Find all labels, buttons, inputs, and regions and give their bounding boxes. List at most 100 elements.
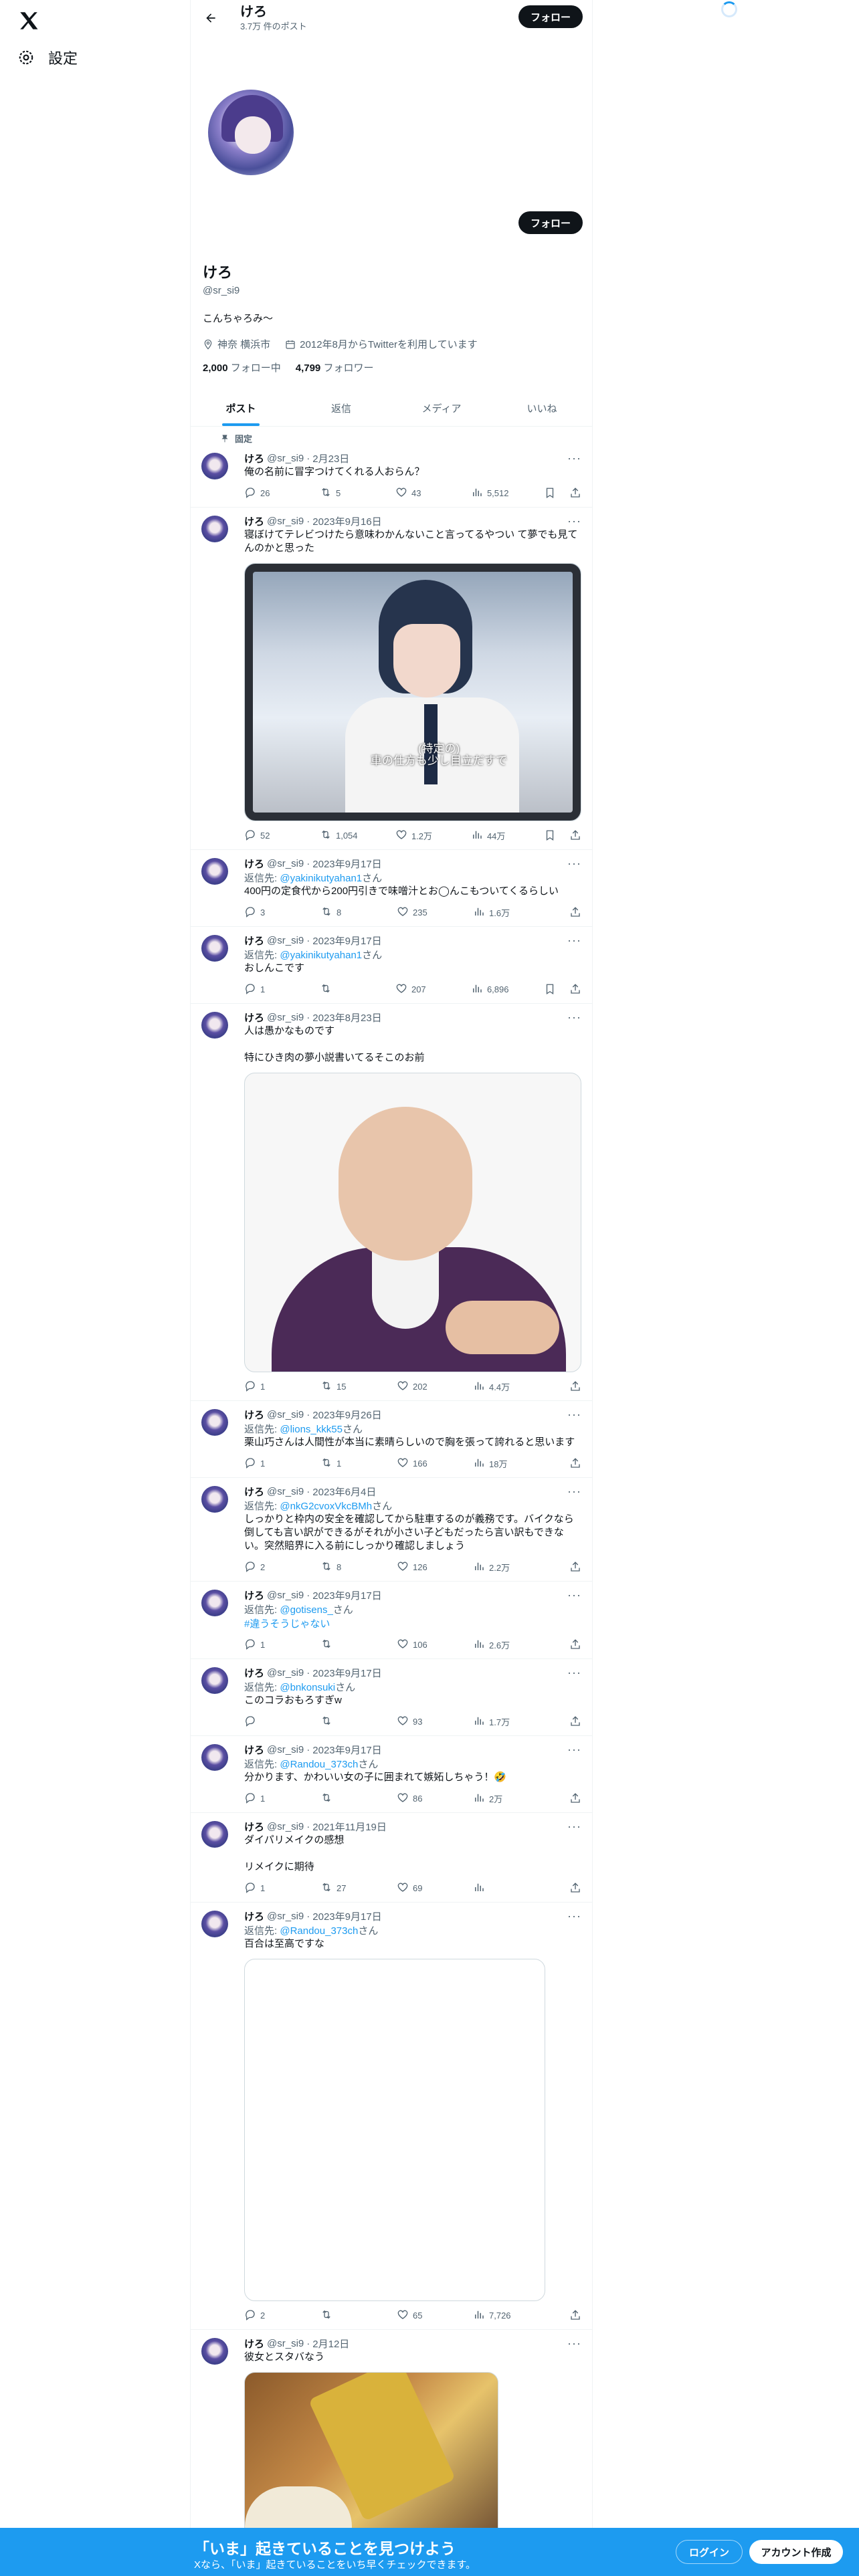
login-button[interactable]: ログイン [676, 2540, 743, 2564]
views-button[interactable]: 2万 [473, 1792, 547, 1806]
tweet-avatar[interactable] [201, 1911, 228, 1937]
reply-button[interactable]: 1 [244, 1457, 320, 1471]
tweet-author-name[interactable]: けろ [244, 1820, 264, 1834]
like-button[interactable]: 1.2万 [395, 829, 471, 843]
tweet-avatar[interactable] [201, 1667, 228, 1694]
tweet[interactable]: ··· けろ @sr_si9 · 2023年9月26日 返信先: @lions_kkk55… [191, 1401, 592, 1478]
tweet-avatar[interactable] [201, 453, 228, 479]
share-icon[interactable] [569, 1792, 581, 1804]
tweet-avatar[interactable] [201, 2338, 228, 2365]
retweet-button[interactable]: 5 [320, 486, 395, 500]
like-button[interactable]: 86 [397, 1792, 473, 1806]
retweet-button[interactable]: 15 [320, 1380, 397, 1394]
views-button[interactable]: 1.6万 [473, 905, 547, 920]
bookmark-icon[interactable] [544, 829, 556, 841]
tweet[interactable]: ··· けろ @sr_si9 · 2023年9月17日 返信先: @gotisens_さん… [191, 1582, 592, 1659]
tweet-media-image[interactable]: (特定の) 車の仕方も少し目立だすで [244, 563, 581, 821]
tweet-date[interactable]: 2023年9月16日 [312, 514, 381, 528]
tweet-avatar[interactable] [201, 935, 228, 962]
tweet[interactable]: ··· けろ @sr_si9 · 2023年8月23日 人は愚かなものです 特にひき肉の夢… [191, 1004, 592, 1401]
tweet-handle[interactable]: @sr_si9 [267, 1667, 304, 1679]
more-icon[interactable]: ··· [567, 1010, 581, 1025]
tweet-author-name[interactable]: けろ [244, 2337, 264, 2351]
profile-follow-button[interactable]: フォロー [518, 211, 583, 234]
like-button[interactable]: 69 [397, 1881, 473, 1895]
tweet-date[interactable]: 2023年9月17日 [312, 857, 381, 871]
retweet-button[interactable]: 1,054 [320, 829, 395, 843]
reply-to-link[interactable]: @yakinikutyahan1 [280, 950, 362, 961]
more-icon[interactable]: ··· [567, 451, 581, 465]
like-button[interactable]: 43 [395, 486, 471, 500]
tweet-author-name[interactable]: けろ [244, 857, 264, 871]
reply-button[interactable]: 52 [244, 829, 320, 843]
tab-media[interactable]: メディア [391, 391, 492, 426]
views-button[interactable] [473, 1881, 547, 1895]
like-button[interactable]: 65 [397, 2309, 473, 2323]
reply-button[interactable]: 1 [244, 982, 320, 996]
tweet-avatar[interactable] [201, 1744, 228, 1771]
hashtag-link[interactable]: #違うそうじゃない [244, 1616, 581, 1630]
share-icon[interactable] [569, 1561, 581, 1573]
retweet-button[interactable]: 1 [320, 1457, 397, 1471]
tweet[interactable]: ··· けろ @sr_si9 · 2月12日 彼女とスタバなう [191, 2330, 592, 2553]
retweet-button[interactable] [320, 1792, 397, 1806]
like-button[interactable]: 207 [395, 982, 471, 996]
tweet-date[interactable]: 2023年9月17日 [312, 1588, 381, 1602]
views-button[interactable]: 4.4万 [473, 1380, 547, 1394]
reply-to-link[interactable]: @yakinikutyahan1 [280, 873, 362, 884]
tweet-date[interactable]: 2023年9月17日 [312, 1743, 381, 1757]
share-icon[interactable] [569, 1457, 581, 1469]
reply-button[interactable]: 1 [244, 1380, 320, 1394]
views-button[interactable]: 44万 [471, 829, 544, 843]
tweet[interactable]: ··· けろ @sr_si9 · 2023年9月17日 返信先: @Randou_373c… [191, 1903, 592, 2330]
tweet-media-image[interactable] [244, 1073, 581, 1372]
more-icon[interactable]: ··· [567, 857, 581, 871]
retweet-button[interactable] [320, 2309, 397, 2323]
share-icon[interactable] [569, 906, 581, 918]
tweet-author-name[interactable]: けろ [244, 934, 264, 948]
tweet-avatar[interactable] [201, 858, 228, 885]
tweet[interactable]: ··· けろ @sr_si9 · 2月23日 俺の名前に冒字つけてくれる人おらん？ 26 5 4… [191, 445, 592, 508]
more-icon[interactable]: ··· [567, 1820, 581, 1834]
tweet-handle[interactable]: @sr_si9 [267, 1744, 304, 1755]
tab-replies[interactable]: 返信 [291, 391, 391, 426]
tweet-handle[interactable]: @sr_si9 [267, 1821, 304, 1832]
more-icon[interactable]: ··· [567, 1909, 581, 1923]
share-icon[interactable] [569, 1882, 581, 1894]
share-icon[interactable] [569, 2309, 581, 2321]
more-icon[interactable]: ··· [567, 514, 581, 528]
tweet-avatar[interactable] [201, 516, 228, 542]
like-button[interactable]: 93 [397, 1715, 473, 1729]
tweet-author-name[interactable]: けろ [244, 514, 264, 528]
reply-to-link[interactable]: @lions_kkk55 [280, 1424, 343, 1435]
reply-to-link[interactable]: @nkG2cvoxVkcBMh [280, 1501, 372, 1512]
reply-button[interactable] [244, 1715, 320, 1729]
tweet-author-name[interactable]: けろ [244, 451, 264, 465]
share-icon[interactable] [569, 1638, 581, 1650]
tweet-handle[interactable]: @sr_si9 [267, 516, 304, 527]
following-link[interactable]: 2,000 フォロー中 [203, 360, 281, 374]
tweet[interactable]: ··· けろ @sr_si9 · 2023年9月16日 寝ぼけてテレビつけたら意味わかんな… [191, 508, 592, 850]
share-icon[interactable] [569, 1715, 581, 1727]
like-button[interactable]: 106 [397, 1638, 473, 1652]
tweet-author-name[interactable]: けろ [244, 1010, 264, 1025]
tweet-handle[interactable]: @sr_si9 [267, 935, 304, 946]
more-icon[interactable]: ··· [567, 1743, 581, 1757]
header-follow-button[interactable]: フォロー [518, 5, 583, 28]
views-button[interactable]: 5,512 [471, 486, 544, 500]
tweet-avatar[interactable] [201, 1409, 228, 1436]
share-icon[interactable] [569, 983, 581, 995]
followers-link[interactable]: 4,799 フォロワー [296, 360, 374, 374]
tweet-handle[interactable]: @sr_si9 [267, 1409, 304, 1420]
more-icon[interactable]: ··· [567, 934, 581, 948]
views-button[interactable]: 7,726 [473, 2309, 547, 2323]
more-icon[interactable]: ··· [567, 1485, 581, 1499]
tweet-date[interactable]: 2月12日 [312, 2337, 349, 2351]
tweet-avatar[interactable] [201, 1821, 228, 1848]
tweet[interactable]: ··· けろ @sr_si9 · 2023年6月4日 返信先: @nkG2cvoxVkcB… [191, 1478, 592, 1582]
retweet-button[interactable]: 27 [320, 1881, 397, 1895]
x-logo-icon[interactable] [17, 9, 40, 32]
views-button[interactable]: 18万 [473, 1457, 547, 1471]
tweet-handle[interactable]: @sr_si9 [267, 2338, 304, 2349]
reply-to-link[interactable]: @gotisens_ [280, 1604, 332, 1616]
